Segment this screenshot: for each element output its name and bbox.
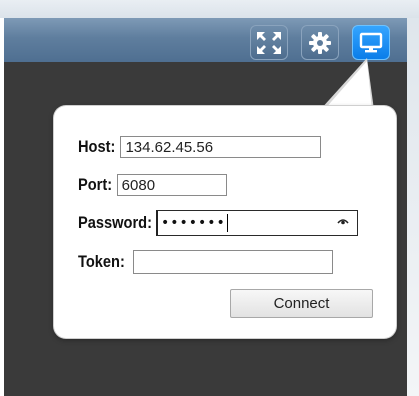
settings-button[interactable] xyxy=(301,25,339,60)
gear-icon xyxy=(309,31,331,54)
right-edge-strip xyxy=(407,18,419,396)
vnc-client-window: Host: Port: Password: ••••••• Token: Con… xyxy=(0,0,419,396)
host-row: Host: xyxy=(78,135,322,159)
port-row: Port: xyxy=(78,173,227,197)
connect-panel: Host: Port: Password: ••••••• Token: Con… xyxy=(54,106,396,338)
token-row: Token: xyxy=(78,250,334,274)
connect-button[interactable]: Connect xyxy=(230,289,373,318)
top-strip xyxy=(0,0,419,18)
token-input[interactable] xyxy=(133,250,334,274)
host-input[interactable] xyxy=(120,136,322,158)
text-caret xyxy=(226,214,228,232)
password-masked-value: ••••••• xyxy=(160,215,226,231)
popup-pointer xyxy=(320,58,374,110)
password-label: Password: xyxy=(78,213,152,232)
host-label: Host: xyxy=(78,137,116,156)
monitor-icon xyxy=(359,32,383,52)
fullscreen-icon xyxy=(257,31,281,54)
control-bar xyxy=(4,18,407,63)
token-label: Token: xyxy=(78,252,125,271)
password-row: Password: ••••••• xyxy=(78,210,358,236)
fullscreen-button[interactable] xyxy=(250,25,288,60)
connection-button[interactable] xyxy=(352,25,390,60)
password-input[interactable]: ••••••• xyxy=(155,210,358,236)
port-label: Port: xyxy=(78,175,113,194)
port-input[interactable] xyxy=(116,174,227,196)
show-password-eye-icon[interactable] xyxy=(337,217,349,225)
